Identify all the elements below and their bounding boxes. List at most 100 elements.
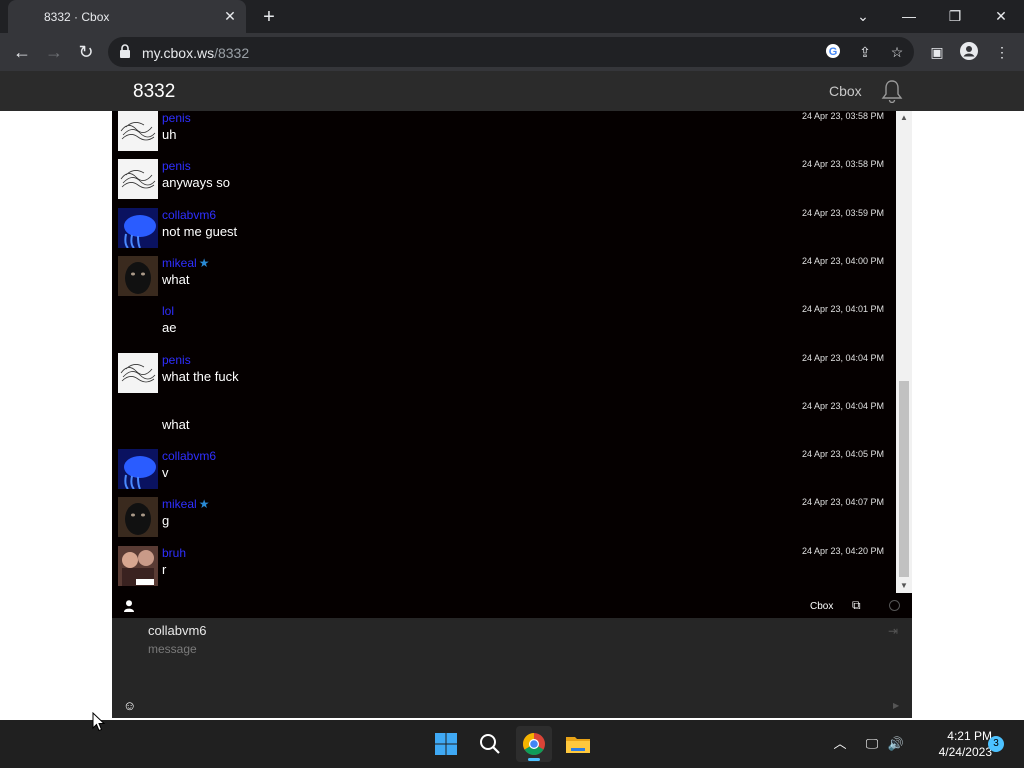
- message-row: mikeal ★ what 24 Apr 23, 04:00 PM: [112, 255, 896, 304]
- message-timestamp: 24 Apr 23, 04:04 PM: [801, 352, 884, 363]
- message-text: what: [162, 271, 190, 287]
- share-icon[interactable]: ⇪: [856, 43, 874, 61]
- chat-box: penis uh 24 Apr 23, 03:58 PM penis anyways s…: [112, 111, 912, 718]
- mouse-cursor-icon: [92, 712, 106, 732]
- message-timestamp: 24 Apr 23, 03:58 PM: [801, 111, 884, 121]
- avatar[interactable]: [118, 449, 158, 490]
- message-username[interactable]: collabvm6: [162, 449, 216, 463]
- message-timestamp: 24 Apr 23, 04:20 PM: [801, 545, 884, 556]
- close-window-icon[interactable]: ✕: [987, 6, 1015, 26]
- avatar[interactable]: [118, 255, 158, 296]
- side-panel-icon[interactable]: ▣: [927, 42, 947, 62]
- avatar[interactable]: [118, 352, 158, 393]
- external-link-icon[interactable]: ⧉: [852, 598, 866, 612]
- network-icon[interactable]: 🖵: [862, 734, 882, 754]
- start-button[interactable]: [428, 726, 464, 762]
- message-row: bruh r 24 Apr 23, 04:20 PM: [112, 545, 896, 593]
- message-username[interactable]: mikeal ★: [162, 497, 209, 511]
- reload-icon[interactable]: ↻: [74, 41, 98, 63]
- scroll-up-arrow[interactable]: ▲: [896, 111, 912, 125]
- show-hidden-icons-chevron-icon[interactable]: ︿: [830, 734, 850, 754]
- profile-icon[interactable]: [959, 42, 979, 62]
- message-row: mikeal ★ g 24 Apr 23, 04:07 PM: [112, 497, 896, 545]
- message-timestamp: 24 Apr 23, 03:59 PM: [801, 207, 884, 218]
- avatar[interactable]: [118, 545, 158, 586]
- windows-logo-icon: [435, 733, 457, 755]
- brand-link[interactable]: Cbox: [829, 83, 862, 99]
- file-explorer-button[interactable]: [560, 726, 596, 762]
- message-list[interactable]: penis uh 24 Apr 23, 03:58 PM penis anyways s…: [112, 111, 896, 593]
- page-header: 8332 Cbox: [0, 71, 1024, 111]
- user-icon[interactable]: [124, 600, 134, 612]
- message-row: penis anyways so 24 Apr 23, 03:58 PM: [112, 159, 896, 207]
- message-text: r: [162, 561, 167, 577]
- back-icon[interactable]: ←: [10, 41, 34, 63]
- forward-icon[interactable]: →: [42, 41, 66, 63]
- message-row: penis what the fuck 24 Apr 23, 04:04 PM: [112, 352, 896, 401]
- url-path: /8332: [214, 45, 250, 61]
- chat-footer-bar: Cbox ⧉: [112, 595, 912, 617]
- message-timestamp: 24 Apr 23, 04:01 PM: [801, 304, 884, 315]
- verified-star-icon: ★: [198, 255, 210, 270]
- message-input[interactable]: [148, 642, 868, 692]
- avatar[interactable]: [118, 111, 158, 151]
- message-row: lol ae 24 Apr 23, 04:01 PM: [112, 304, 896, 352]
- menu-dots-icon[interactable]: ⋮: [992, 42, 1012, 62]
- bookmark-star-icon[interactable]: ☆: [888, 43, 906, 61]
- compose-name[interactable]: collabvm6: [148, 623, 207, 638]
- message-username[interactable]: penis: [162, 111, 191, 125]
- compose-area: collabvm6 ⇥ ☺ ▶: [112, 618, 912, 718]
- scrollbar-thumb[interactable]: [899, 381, 909, 577]
- google-lens-icon[interactable]: G: [824, 43, 842, 61]
- emoji-icon[interactable]: ☺: [123, 698, 137, 713]
- browser-toolbar: ← → ↻ my.cbox.ws/8332 G ⇪ ☆ ▣ ⋮: [0, 33, 1024, 71]
- search-icon: [480, 734, 500, 754]
- active-app-indicator: [528, 758, 540, 761]
- scroll-down-arrow[interactable]: ▼: [896, 579, 912, 593]
- page-title: 8332: [133, 81, 176, 102]
- tab-search-icon[interactable]: ⌄: [849, 6, 877, 26]
- message-text: anyways so: [162, 175, 230, 191]
- verified-star-icon: ★: [198, 497, 210, 512]
- url-text: my.cbox.ws/8332: [142, 45, 249, 61]
- minimize-icon[interactable]: —: [895, 6, 923, 26]
- volume-icon[interactable]: 🔊: [886, 734, 906, 754]
- tab-close-icon[interactable]: ✕: [222, 8, 238, 24]
- message-username[interactable]: collabvm6: [162, 208, 216, 222]
- send-arrow-icon[interactable]: ▶: [893, 701, 901, 711]
- message-text: uh: [162, 127, 177, 142]
- tab-title: 8332 · Cbox: [44, 10, 110, 24]
- message-text: not me guest: [162, 223, 238, 239]
- notification-badge[interactable]: 3: [988, 736, 1004, 752]
- message-timestamp: 24 Apr 23, 04:05 PM: [801, 449, 884, 460]
- message-row: collabvm6 v 24 Apr 23, 04:05 PM: [112, 449, 896, 497]
- avatar[interactable]: [118, 497, 158, 538]
- search-button[interactable]: [472, 726, 508, 762]
- message-row: penis uh 24 Apr 23, 03:58 PM: [112, 111, 896, 159]
- scrollbar[interactable]: ▲ ▼: [896, 111, 912, 593]
- address-bar[interactable]: my.cbox.ws/8332 G ⇪ ☆: [108, 37, 914, 67]
- new-tab-icon[interactable]: +: [258, 6, 280, 28]
- message-username[interactable]: lol: [162, 304, 174, 318]
- svg-text:G: G: [829, 46, 838, 58]
- chrome-icon: [523, 733, 545, 755]
- cbox-label[interactable]: Cbox: [810, 601, 833, 612]
- restore-icon[interactable]: ❐: [941, 6, 969, 26]
- taskbar-clock[interactable]: 4:21 PM 4/24/2023: [912, 728, 992, 760]
- login-icon[interactable]: ⇥: [888, 624, 902, 638]
- avatar[interactable]: [118, 207, 158, 248]
- message-username[interactable]: penis: [162, 353, 191, 367]
- browser-tab-bar: 8332 · Cbox ✕ + ⌄ — ❐ ✕: [0, 0, 1024, 33]
- message-username[interactable]: mikeal ★: [162, 256, 209, 270]
- browser-tab[interactable]: 8332 · Cbox ✕: [8, 0, 246, 33]
- url-host: my.cbox.ws: [142, 45, 215, 61]
- message-username[interactable]: bruh: [162, 546, 186, 560]
- message-text: g: [162, 513, 170, 529]
- message-timestamp: 24 Apr 23, 04:00 PM: [801, 255, 884, 266]
- message-timestamp: 24 Apr 23, 03:58 PM: [801, 159, 884, 170]
- message-username[interactable]: penis: [162, 159, 191, 173]
- chrome-taskbar-button[interactable]: [516, 726, 552, 762]
- avatar[interactable]: [118, 159, 158, 200]
- windows-taskbar: ︿ 🖵 🔊 4:21 PM 4/24/2023 3: [0, 720, 1024, 768]
- bell-icon[interactable]: [880, 79, 904, 103]
